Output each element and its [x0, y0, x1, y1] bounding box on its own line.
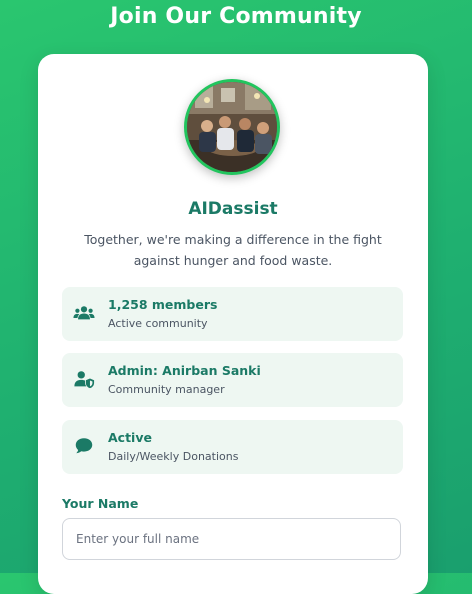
community-avatar: [184, 79, 280, 175]
info-item-status: Active Daily/Weekly Donations: [62, 420, 403, 474]
name-field-label: Your Name: [62, 496, 139, 511]
admin-role: Community manager: [108, 383, 225, 396]
community-description: Together, we're making a difference in t…: [84, 232, 382, 268]
members-subtitle: Active community: [108, 317, 208, 330]
users-icon: [73, 306, 95, 320]
community-name: AIDassist: [188, 199, 278, 219]
info-item-members: 1,258 members Active community: [62, 287, 403, 341]
page-title: Join Our Community: [110, 4, 362, 29]
community-card: AIDassist Together, we're making a diffe…: [38, 54, 428, 594]
name-input[interactable]: [62, 518, 401, 560]
status-label: Active: [108, 430, 152, 445]
admin-name: Admin: Anirban Sanki: [108, 363, 261, 378]
user-shield-icon: [74, 371, 95, 389]
members-count: 1,258 members: [108, 297, 218, 312]
status-subtitle: Daily/Weekly Donations: [108, 450, 239, 463]
info-item-admin: Admin: Anirban Sanki Community manager: [62, 353, 403, 407]
comment-icon: [75, 438, 93, 454]
